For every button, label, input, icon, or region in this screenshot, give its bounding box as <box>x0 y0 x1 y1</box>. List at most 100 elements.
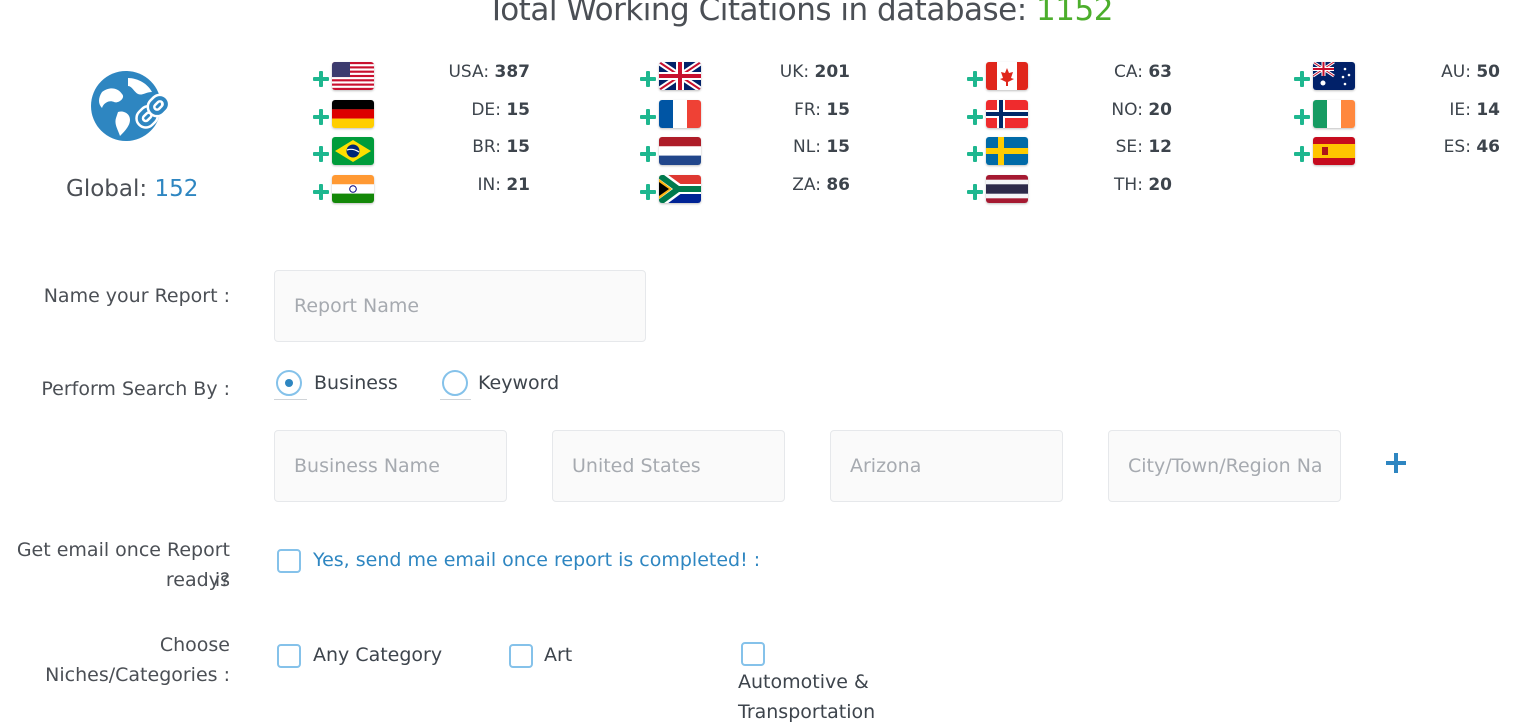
country-code: AU <box>1441 62 1466 82</box>
country-code: ZA <box>792 175 816 195</box>
automotive-label-line2[interactable]: Transportation <box>738 697 875 727</box>
nl-flag-icon <box>659 137 701 165</box>
email-checkbox-label[interactable]: Yes, send me email once report is comple… <box>313 545 760 575</box>
country-count: ES: 46 <box>1443 137 1500 157</box>
global-label-text: Global: <box>66 176 148 202</box>
country-count: BR: 15 <box>472 137 530 157</box>
business-radio[interactable] <box>276 370 302 396</box>
country-code: NO <box>1111 100 1138 120</box>
country-item-uk[interactable]: UK: 201 <box>639 62 850 100</box>
add-country-icon[interactable] <box>966 70 984 88</box>
add-country-icon[interactable] <box>1293 70 1311 88</box>
country-input[interactable] <box>552 430 785 502</box>
country-code: ES <box>1443 137 1466 157</box>
country-item-ca[interactable]: CA: 63 <box>966 62 1172 100</box>
country-code: BR <box>472 137 496 157</box>
country-count: AU: 50 <box>1441 62 1500 82</box>
country-item-ie[interactable]: IE: 14 <box>1293 100 1500 138</box>
report-name-input[interactable] <box>274 270 646 342</box>
title-prefix: Total Working Citations in database: <box>487 0 1027 28</box>
au-flag-icon <box>1313 62 1355 90</box>
email-checkbox[interactable] <box>277 549 301 573</box>
country-item-nl[interactable]: NL: 15 <box>639 137 850 175</box>
country-item-se[interactable]: SE: 12 <box>966 137 1172 175</box>
city-input[interactable] <box>1108 430 1341 502</box>
business-radio-label[interactable]: Business <box>314 372 398 394</box>
country-citation-count: 50 <box>1476 62 1500 82</box>
country-item-fr[interactable]: FR: 15 <box>639 100 850 138</box>
automotive-label-line1[interactable]: Automotive & <box>738 667 869 697</box>
es-flag-icon <box>1313 137 1355 165</box>
globe-link-icon <box>88 68 178 148</box>
country-citation-count: 15 <box>826 100 850 120</box>
add-country-icon[interactable] <box>966 108 984 126</box>
add-country-icon[interactable] <box>966 145 984 163</box>
country-code: DE <box>471 100 496 120</box>
de-flag-icon <box>332 100 374 128</box>
country-code: CA <box>1113 62 1138 82</box>
add-country-icon[interactable] <box>639 70 657 88</box>
country-item-de[interactable]: DE: 15 <box>312 100 530 138</box>
country-citation-count: 46 <box>1476 137 1500 157</box>
country-code: FR <box>794 100 816 120</box>
radio-underline <box>274 399 307 400</box>
business-name-input[interactable] <box>274 430 507 502</box>
country-code: USA <box>448 62 484 82</box>
country-code: NL <box>792 137 816 157</box>
add-country-icon[interactable] <box>639 145 657 163</box>
global-count: Global: 152 <box>66 176 198 202</box>
add-country-icon[interactable] <box>312 145 330 163</box>
country-citation-count: 20 <box>1148 175 1172 195</box>
in-flag-icon <box>332 175 374 203</box>
country-count: NO: 20 <box>1111 100 1172 120</box>
country-count: ZA: 86 <box>792 175 850 195</box>
any-category-label[interactable]: Any Category <box>313 640 442 670</box>
country-count: UK: 201 <box>779 62 851 82</box>
country-count: USA: 387 <box>448 62 530 82</box>
art-checkbox[interactable] <box>509 644 533 668</box>
country-item-usa[interactable]: USA: 387 <box>312 62 530 100</box>
add-country-icon[interactable] <box>639 183 657 201</box>
country-item-th[interactable]: TH: 20 <box>966 175 1172 213</box>
add-country-icon[interactable] <box>1293 108 1311 126</box>
fr-flag-icon <box>659 100 701 128</box>
add-location-icon[interactable] <box>1386 453 1406 473</box>
country-citation-count: 14 <box>1476 100 1500 120</box>
add-country-icon[interactable] <box>1293 145 1311 163</box>
country-item-no[interactable]: NO: 20 <box>966 100 1172 138</box>
country-item-es[interactable]: ES: 46 <box>1293 137 1500 175</box>
any-category-checkbox[interactable] <box>277 644 301 668</box>
add-country-icon[interactable] <box>312 70 330 88</box>
add-country-icon[interactable] <box>639 108 657 126</box>
country-item-br[interactable]: BR: 15 <box>312 137 530 175</box>
niches-label-line1: Choose <box>159 634 230 656</box>
country-code: TH <box>1114 175 1138 195</box>
country-count: NL: 15 <box>792 137 850 157</box>
country-count: DE: 15 <box>471 100 530 120</box>
country-citation-count: 20 <box>1148 100 1172 120</box>
country-citation-count: 387 <box>494 62 531 82</box>
country-count: IE: 14 <box>1449 100 1500 120</box>
country-count: SE: 12 <box>1115 137 1172 157</box>
add-country-icon[interactable] <box>312 183 330 201</box>
keyword-radio[interactable] <box>442 370 468 396</box>
art-label[interactable]: Art <box>544 640 572 670</box>
add-country-icon[interactable] <box>312 108 330 126</box>
br-flag-icon <box>332 137 374 165</box>
state-input[interactable] <box>830 430 1063 502</box>
report-name-label: Name your Report : <box>43 285 230 307</box>
radio-underline <box>440 399 471 400</box>
country-code: SE <box>1115 137 1138 157</box>
ie-flag-icon <box>1313 100 1355 128</box>
country-citation-count: 15 <box>506 100 530 120</box>
add-country-icon[interactable] <box>966 183 984 201</box>
keyword-radio-label[interactable]: Keyword <box>478 372 559 394</box>
email-label-line2: ready? <box>165 569 230 591</box>
th-flag-icon <box>986 175 1028 203</box>
country-item-za[interactable]: ZA: 86 <box>639 175 850 213</box>
country-citation-count: 201 <box>814 62 851 82</box>
country-item-au[interactable]: AU: 50 <box>1293 62 1500 100</box>
country-item-in[interactable]: IN: 21 <box>312 175 530 213</box>
total-citations-count: 1152 <box>1036 0 1113 28</box>
automotive-checkbox[interactable] <box>741 642 765 666</box>
